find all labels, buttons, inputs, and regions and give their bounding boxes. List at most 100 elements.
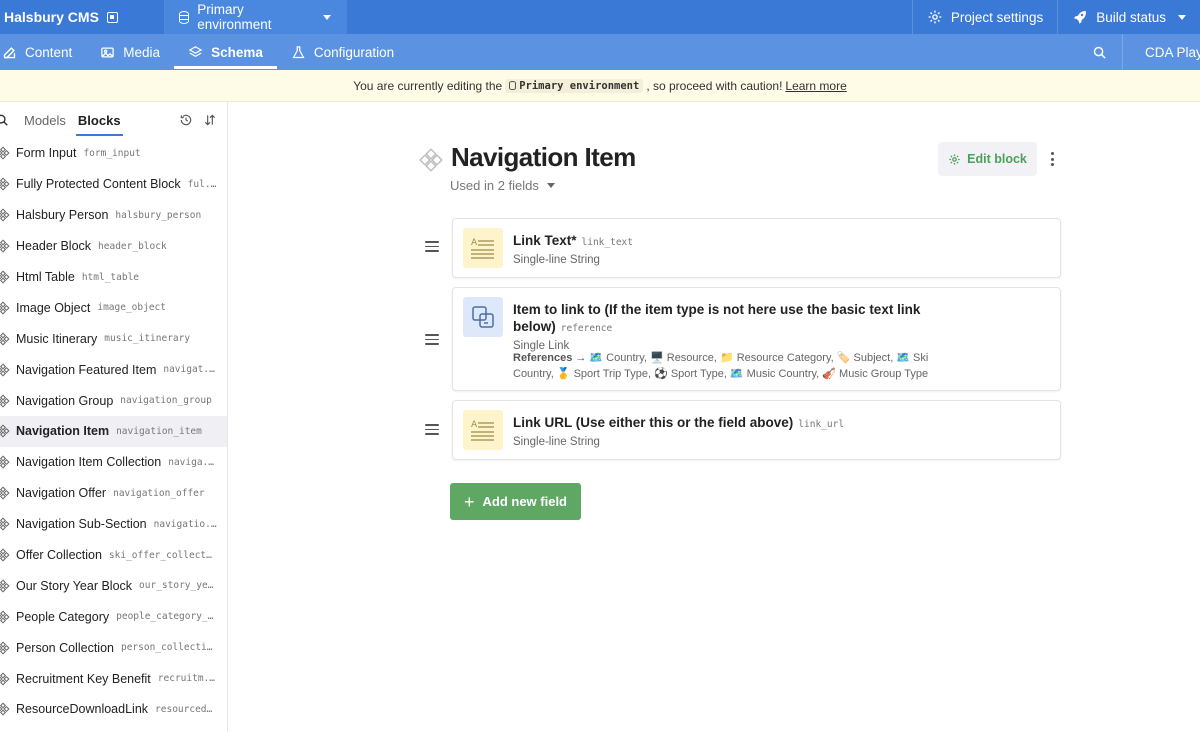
sidebar-item[interactable]: Html Table html_table — [0, 262, 227, 293]
sidebar-item[interactable]: Form Input form_input — [0, 138, 227, 169]
sidebar-item-code: image_object — [97, 302, 166, 314]
sidebar-item-code: resourced... — [155, 703, 217, 715]
sidebar-search-button[interactable] — [0, 113, 18, 127]
learn-more-link[interactable]: Learn more — [785, 79, 846, 93]
project-brand[interactable]: Halsbury CMS — [0, 0, 165, 34]
plus-icon: + — [463, 491, 475, 512]
sidebar-item-code: navigation_item — [116, 425, 202, 437]
link-field-icon — [463, 297, 503, 337]
block-icon — [0, 394, 10, 408]
sidebar-item[interactable]: ResourceDownloadLink resourced... — [0, 694, 227, 725]
references-line2: Country, 🥇 Sport Trip Type, ⚽ Sport Type… — [513, 368, 929, 380]
sidebar-item-label: Halsbury Person — [16, 208, 109, 223]
sidebar-item-label: People Category — [16, 609, 110, 624]
cda-playground-button[interactable]: CDA Playground — [1122, 34, 1200, 70]
sidebar-item-label: Recruitment Key Benefit — [16, 671, 151, 686]
more-options-icon[interactable] — [1050, 152, 1054, 166]
global-search-button[interactable] — [1076, 34, 1122, 70]
sidebar-item[interactable]: Navigation Sub-Section navigatio... — [0, 509, 227, 540]
sidebar-item-label: Navigation Offer — [16, 486, 107, 501]
sidebar-item-code: form_input — [83, 147, 141, 159]
field-title: Link URL (Use either this or the field a… — [513, 414, 844, 451]
gear-icon — [928, 10, 942, 24]
tab-configuration[interactable]: Configuration — [277, 34, 408, 70]
sort-icon[interactable] — [203, 113, 217, 127]
tab-models[interactable]: Models — [18, 102, 72, 138]
text-field-icon: A — [463, 410, 503, 450]
field-api-key: reference — [560, 323, 613, 334]
sidebar-item-code: navigatio... — [153, 518, 217, 530]
sidebar-item[interactable]: Navigation Item navigation_item — [0, 416, 227, 447]
banner-env-name: Primary environment — [519, 79, 640, 92]
field-type: Single-line String — [513, 436, 600, 448]
environment-switcher[interactable]: Primary environment — [165, 0, 347, 34]
sidebar-item[interactable]: Offer Collection ski_offer_collect... — [0, 540, 227, 571]
sidebar-item-label: Navigation Featured Item — [16, 362, 157, 377]
tab-media[interactable]: Media — [86, 34, 174, 70]
chevron-down-icon — [546, 183, 555, 188]
sidebar-item[interactable]: Navigation Featured Item navigat... — [0, 354, 227, 385]
drag-handle-icon[interactable] — [425, 424, 439, 435]
sidebar-item-code: recruitm... — [157, 673, 217, 685]
references-line1: 🗺️ Country, 🖥️ Resource, 📁 Resource Cate… — [586, 352, 929, 364]
chevron-down-icon — [323, 14, 331, 20]
add-new-field-button[interactable]: + Add new field — [450, 483, 581, 520]
drag-handle-icon[interactable] — [425, 241, 439, 252]
edit-block-button[interactable]: Edit block — [938, 142, 1037, 176]
field-name: Link Text* — [513, 233, 577, 248]
references-label: References → — [513, 352, 587, 364]
tab-content[interactable]: Content — [0, 34, 86, 70]
sidebar-item-label: Our Story Year Block — [16, 578, 133, 593]
block-icon — [0, 455, 10, 469]
block-icon — [0, 517, 10, 531]
sidebar-item[interactable]: Person Collection person_collection — [0, 632, 227, 663]
sidebar-item[interactable]: Our Story Year Block our_story_ye... — [0, 570, 227, 601]
block-icon — [0, 177, 10, 191]
field-name-line1: Item to link to (If the item type is not… — [513, 302, 921, 317]
field-card-link-text[interactable]: A Link Text* link_text Single-line String — [452, 218, 1061, 278]
gear-icon — [949, 153, 960, 165]
edit-block-label: Edit block — [967, 152, 1027, 166]
svg-text:A: A — [471, 420, 478, 430]
schema-sidebar: Models Blocks Form Input form_input Fully … — [0, 102, 228, 732]
used-in-dropdown[interactable]: Used in 2 fields — [450, 178, 555, 193]
sidebar-item-code: html_table — [81, 271, 140, 283]
sidebar-item-code: ful... — [187, 178, 217, 190]
sidebar-item-code: navigation_group — [120, 395, 212, 407]
sidebar-item[interactable]: People Category people_category_... — [0, 601, 227, 632]
field-api-key: link_text — [581, 237, 633, 248]
drag-handle-icon[interactable] — [425, 334, 439, 345]
text-field-icon: A — [463, 228, 503, 268]
field-card-link-url[interactable]: A Link URL (Use either this or the field… — [452, 400, 1061, 460]
block-icon — [0, 641, 10, 655]
layers-icon — [188, 45, 203, 57]
project-settings-button[interactable]: Project settings — [911, 0, 1057, 34]
sidebar-item[interactable]: Header Block header_block — [0, 231, 227, 262]
sidebar-item[interactable]: Recruitment Key Benefit recruitm... — [0, 663, 227, 694]
sidebar-item[interactable]: Music Itinerary music_itinerary — [0, 323, 227, 354]
sidebar-item[interactable]: Navigation Offer navigation_offer — [0, 478, 227, 509]
sidebar-item[interactable]: Navigation Item Collection naviga... — [0, 447, 227, 478]
sidebar-item[interactable]: Image Object image_object — [0, 292, 227, 323]
sidebar-item[interactable]: Halsbury Person halsbury_person — [0, 200, 227, 231]
sidebar-item-code: navigat... — [163, 364, 217, 376]
history-icon[interactable] — [179, 113, 193, 127]
sidebar-item-label: ResourceDownloadLink — [16, 702, 149, 717]
banner-prefix: You are currently editing the — [353, 78, 503, 93]
tab-blocks[interactable]: Blocks — [72, 102, 127, 138]
block-icon — [419, 148, 443, 172]
field-card-reference[interactable]: Item to link to (If the item type is not… — [452, 287, 1061, 391]
sidebar-item[interactable]: Fully Protected Content Block ful... — [0, 169, 227, 200]
external-link-icon[interactable] — [106, 11, 118, 23]
block-icon — [0, 672, 10, 686]
build-status-button[interactable]: Build status — [1057, 0, 1200, 34]
field-title: Link Text* link_text Single-line String — [513, 232, 633, 269]
banner-suffix: , so proceed with caution! — [646, 78, 783, 93]
sidebar-item-code: music_itinerary — [104, 333, 191, 345]
sidebar-item[interactable]: Navigation Group navigation_group — [0, 385, 227, 416]
sidebar-item-label: Music Itinerary — [16, 331, 98, 346]
sidebar-item-code: halsbury_person — [115, 209, 202, 221]
sidebar-item-label: Form Input — [16, 146, 77, 161]
block-icon — [0, 332, 10, 346]
tab-schema[interactable]: Schema — [174, 34, 277, 70]
